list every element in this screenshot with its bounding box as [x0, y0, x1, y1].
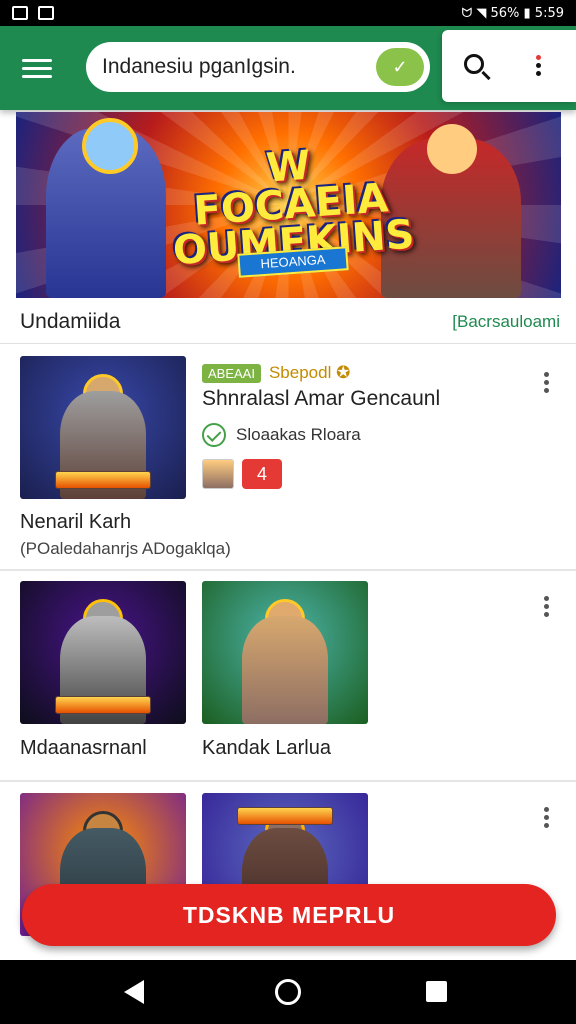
featured-banner[interactable]: W FOCAEIA OUMEKINS HEOANGA	[16, 112, 561, 298]
search-input[interactable]: Indanesiu pganIgsin. ✓	[86, 42, 430, 92]
verified-icon	[202, 423, 226, 447]
mini-icons: 4	[202, 459, 282, 489]
action-panel	[442, 30, 576, 102]
primary-action-button[interactable]: TDSKNB MEPRLU	[22, 884, 556, 946]
app-thumbnail[interactable]	[20, 356, 186, 499]
banner-hero-left	[46, 118, 166, 298]
item-subcaption: (POaledahanrjs ADogaklqa)	[20, 539, 231, 558]
item-caption: Mdaanasrnanl	[20, 737, 147, 759]
home-icon[interactable]	[275, 979, 301, 1005]
avatar	[202, 459, 234, 489]
badge-subtitle: Sbepodl ✪	[268, 363, 351, 382]
meta-row: Sloaakas Rloara	[202, 423, 361, 447]
banner-label: Undamiida	[20, 310, 121, 333]
banner-caption-row: Undamiida [Bacrsauloami	[0, 298, 576, 344]
banner-link[interactable]: [Bacrsauloami	[452, 312, 560, 332]
status-badge: ABEAAI	[202, 363, 261, 383]
menu-icon[interactable]	[22, 54, 52, 80]
app-thumbnail[interactable]	[20, 581, 186, 724]
more-options-icon[interactable]	[544, 804, 550, 831]
more-options-icon[interactable]	[536, 52, 542, 79]
meta-text: Sloaakas Rloara	[236, 425, 361, 444]
navigation-bar	[0, 960, 576, 1024]
badge-row: ABEAAI Sbepodl ✪	[202, 363, 350, 383]
item-caption: Kandak Larlua	[202, 737, 331, 759]
app-bar: Indanesiu pganIgsin. ✓	[0, 26, 576, 110]
voice-search-icon[interactable]: ✓	[376, 48, 424, 86]
item-caption: Nenaril Karh	[20, 511, 132, 533]
list-item[interactable]: Mdaanasrnanl Kandak Larlua	[0, 571, 576, 782]
status-text: ᗢ ◥ 56% ▮ 5:59	[461, 5, 564, 21]
more-options-icon[interactable]	[544, 369, 550, 396]
recents-icon[interactable]	[426, 981, 447, 1002]
search-icon[interactable]	[464, 54, 484, 74]
more-options-icon[interactable]	[544, 593, 550, 620]
app-title[interactable]: Shnralasl Amar Gencaunl	[202, 387, 440, 411]
image-icon	[12, 6, 28, 20]
notification-icon	[38, 6, 54, 20]
search-value: Indanesiu pganIgsin.	[102, 55, 296, 78]
status-bar: ᗢ ◥ 56% ▮ 5:59	[0, 0, 576, 26]
back-icon[interactable]	[124, 980, 144, 1004]
list-item[interactable]: ABEAAI Sbepodl ✪ Shnralasl Amar Gencaunl…	[0, 345, 576, 571]
app-thumbnail[interactable]	[202, 581, 368, 724]
mini-badge: 4	[242, 459, 282, 489]
